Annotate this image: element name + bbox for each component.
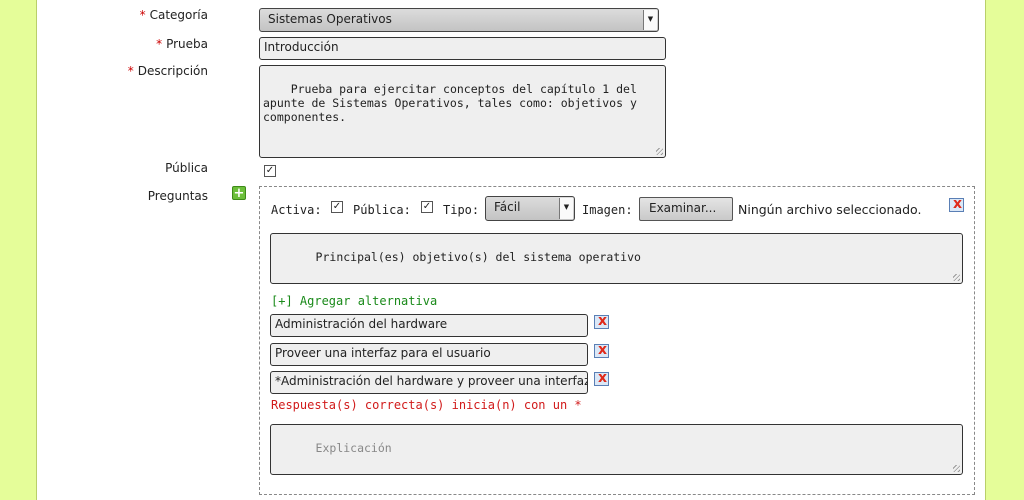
- alternative-input-2[interactable]: Proveer una interfaz para el usuario: [270, 343, 588, 366]
- activa-label: Activa:: [271, 203, 322, 217]
- add-alternative-link[interactable]: [+] Agregar alternativa: [271, 294, 437, 308]
- examinar-button[interactable]: Examinar...: [639, 197, 733, 221]
- question-publica-checkbox[interactable]: ✓: [421, 201, 433, 213]
- publica-label: Pública: [165, 161, 208, 175]
- correct-answer-hint: Respuesta(s) correcta(s) inicia(n) con u…: [271, 398, 582, 412]
- categoria-select[interactable]: Sistemas Operativos ▼: [259, 8, 659, 32]
- question-block: Activa: ✓ Pública: ✓ Tipo: Fácil ▼ Image…: [259, 186, 975, 495]
- preguntas-label: Preguntas: [147, 189, 208, 203]
- form-panel: * Categoría Sistemas Operativos ▼ * Prueba…: [36, 0, 986, 500]
- question-text-textarea[interactable]: Principal(es) objetivo(s) del sistema op…: [270, 233, 963, 284]
- explanation-textarea[interactable]: Explicación: [270, 424, 963, 475]
- tipo-select[interactable]: Fácil ▼: [485, 196, 575, 221]
- alternative-input-1[interactable]: Administración del hardware: [270, 314, 588, 337]
- resize-grip-icon[interactable]: [656, 148, 663, 155]
- tipo-label: Tipo:: [443, 203, 480, 217]
- file-status: Ningún archivo seleccionado.: [738, 202, 922, 217]
- resize-grip-icon[interactable]: [953, 274, 960, 281]
- activa-checkbox[interactable]: ✓: [331, 201, 343, 213]
- delete-alternative-icon[interactable]: x: [594, 370, 609, 386]
- question-publica-label: Pública:: [353, 203, 411, 217]
- chevron-down-icon: ▼: [559, 198, 573, 219]
- descripcion-label: * Descripción: [127, 64, 208, 78]
- prueba-input[interactable]: Introducción: [259, 37, 666, 60]
- check-icon: ✓: [332, 201, 342, 212]
- check-icon: ✓: [422, 201, 432, 212]
- imagen-label: Imagen:: [582, 203, 633, 217]
- chevron-down-icon: ▼: [643, 10, 657, 30]
- check-icon: ✓: [265, 165, 275, 176]
- delete-question-icon[interactable]: x: [949, 196, 964, 212]
- add-question-plus-icon[interactable]: +: [232, 186, 246, 200]
- descripcion-textarea[interactable]: Prueba para ejercitar conceptos del capí…: [259, 65, 666, 158]
- alternative-input-3[interactable]: *Administración del hardware y proveer u…: [270, 371, 588, 394]
- prueba-label: * Prueba: [156, 37, 208, 51]
- publica-checkbox[interactable]: ✓: [264, 165, 276, 177]
- resize-grip-icon[interactable]: [953, 465, 960, 472]
- delete-alternative-icon[interactable]: x: [594, 313, 609, 329]
- categoria-label: * Categoría: [139, 8, 208, 22]
- delete-alternative-icon[interactable]: x: [594, 342, 609, 358]
